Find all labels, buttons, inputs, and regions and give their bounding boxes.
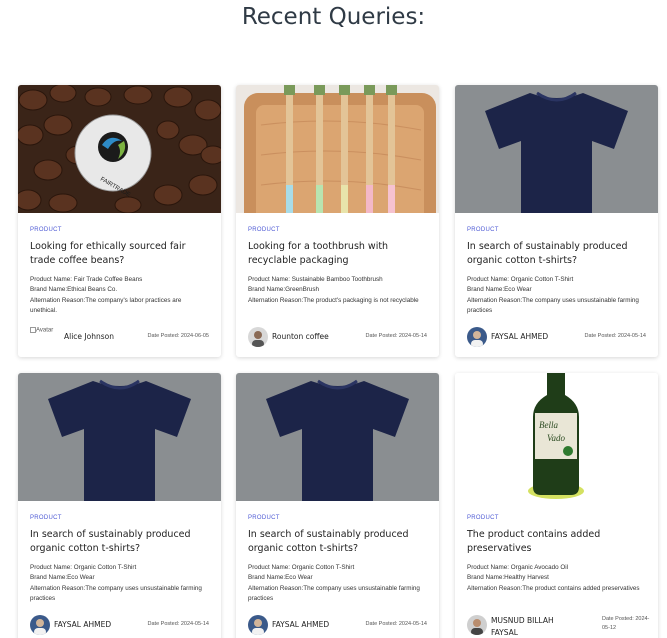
avatar[interactable]: [30, 615, 50, 635]
query-title[interactable]: Looking for a toothbrush with recyclable…: [248, 240, 427, 268]
alternation-reason: Alternation Reason:The product's packagi…: [248, 296, 419, 304]
product-tag: PRODUCT: [467, 227, 499, 233]
avatar[interactable]: [248, 327, 268, 347]
product-tag: PRODUCT: [30, 227, 62, 233]
product-name: Product Name: Organic Avocado Oil: [467, 564, 569, 571]
product-tag: PRODUCT: [248, 227, 280, 233]
product-tag: PRODUCT: [30, 515, 62, 521]
alternation-reason: Alternation Reason:The company uses unsu…: [30, 584, 202, 602]
author-name[interactable]: FAYSAL AHMED: [272, 620, 329, 629]
date-posted: Date Posted: 2024-05-12: [602, 616, 650, 631]
page-title: Recent Queries:: [241, 4, 426, 30]
query-title[interactable]: Looking for ethically sourced fair trade…: [30, 240, 209, 268]
query-details: Product Name: Fair Trade Coffee Beans Br…: [30, 275, 209, 316]
card-footer: MUSNUD BILLAH FAYSAL Date Posted: 2024-0…: [467, 615, 649, 638]
card-footer: Rounton coffee Date Posted: 2024-05-14: [248, 327, 427, 347]
query-card[interactable]: Bella Vado PRODUCT The product contains …: [455, 373, 658, 638]
alternation-reason: Alternation Reason:The company uses unsu…: [248, 584, 420, 602]
avatar[interactable]: [467, 615, 487, 635]
brand-name: Brand Name:Eco Wear: [467, 286, 532, 294]
product-image-tshirt[interactable]: [18, 373, 221, 501]
date-posted: Date Posted: 2024-05-14: [365, 333, 427, 339]
brand-name: Brand Name:GreenBrush: [248, 286, 320, 294]
svg-text:Bella: Bella: [539, 420, 558, 430]
product-name: Product Name: Organic Cotton T-Shirt: [30, 564, 137, 571]
query-card[interactable]: FAIRTRADE PRODUCT Looking for ethically …: [18, 85, 221, 357]
brand-name: Brand Name:Ethical Beans Co.: [30, 286, 118, 294]
alternation-reason: Alternation Reason:The product contains …: [467, 584, 640, 592]
date-posted: Date Posted: 2024-06-05: [147, 333, 209, 339]
alternation-reason: Alternation Reason:The company uses unsu…: [467, 296, 639, 314]
query-card[interactable]: PRODUCT Looking for a toothbrush with re…: [236, 85, 439, 357]
query-details: Product Name: Organic Cotton T-Shirt Bra…: [248, 563, 427, 604]
product-name: Product Name: Organic Cotton T-Shirt: [467, 276, 574, 283]
query-card[interactable]: PRODUCT In search of sustainably produce…: [236, 373, 439, 638]
author-name[interactable]: FAYSAL AHMED: [491, 332, 548, 341]
card-footer: FAYSAL AHMED Date Posted: 2024-05-14: [248, 615, 427, 635]
card-footer: FAYSAL AHMED Date Posted: 2024-05-14: [467, 327, 646, 347]
query-title[interactable]: In search of sustainably produced organi…: [467, 240, 646, 268]
author-name[interactable]: Rounton coffee: [272, 332, 329, 341]
product-name: Product Name: Organic Cotton T-Shirt: [248, 564, 355, 571]
query-details: Product Name: Sustainable Bamboo Toothbr…: [248, 275, 427, 306]
product-image-avocado-oil[interactable]: Bella Vado: [455, 373, 658, 501]
query-title[interactable]: In search of sustainably produced organi…: [30, 528, 209, 556]
alternation-reason: Alternation Reason:The company's labor p…: [30, 296, 182, 314]
card-footer: FAYSAL AHMED Date Posted: 2024-05-14: [30, 615, 209, 635]
date-posted: Date Posted: 2024-05-14: [147, 621, 209, 627]
product-image-tshirt[interactable]: [455, 85, 658, 213]
date-posted: Date Posted: 2024-05-14: [584, 333, 646, 339]
svg-text:Vado: Vado: [547, 433, 566, 443]
avatar[interactable]: [467, 327, 487, 347]
query-title[interactable]: The product contains added preservatives: [467, 528, 646, 556]
product-name: Product Name: Sustainable Bamboo Toothbr…: [248, 276, 383, 283]
product-image-tshirt[interactable]: [236, 373, 439, 501]
query-title[interactable]: In search of sustainably produced organi…: [248, 528, 427, 556]
author-name[interactable]: FAYSAL AHMED: [54, 620, 111, 629]
query-details: Product Name: Organic Cotton T-Shirt Bra…: [30, 563, 209, 604]
author-name[interactable]: MUSNUD BILLAH FAYSAL: [491, 615, 561, 638]
product-name: Product Name: Fair Trade Coffee Beans: [30, 276, 143, 283]
date-posted: Date Posted: 2024-05-14: [365, 621, 427, 627]
query-details: Product Name: Organic Avocado Oil Brand …: [467, 563, 646, 594]
query-details: Product Name: Organic Cotton T-Shirt Bra…: [467, 275, 646, 316]
brand-name: Brand Name:Eco Wear: [248, 574, 313, 582]
avatar: Avatar: [30, 327, 53, 334]
avatar[interactable]: [248, 615, 268, 635]
product-image-toothbrush[interactable]: [236, 85, 439, 213]
brand-name: Brand Name:Eco Wear: [30, 574, 95, 582]
product-image-coffee[interactable]: FAIRTRADE: [18, 85, 221, 213]
brand-name: Brand Name:Healthy Harvest: [467, 574, 549, 582]
card-footer: Avatar Alice Johnson Date Posted: 2024-0…: [30, 327, 209, 347]
author-name[interactable]: Alice Johnson: [64, 332, 114, 341]
query-card[interactable]: PRODUCT In search of sustainably produce…: [18, 373, 221, 638]
query-card[interactable]: PRODUCT In search of sustainably produce…: [455, 85, 658, 357]
product-tag: PRODUCT: [248, 515, 280, 521]
product-tag: PRODUCT: [467, 515, 499, 521]
